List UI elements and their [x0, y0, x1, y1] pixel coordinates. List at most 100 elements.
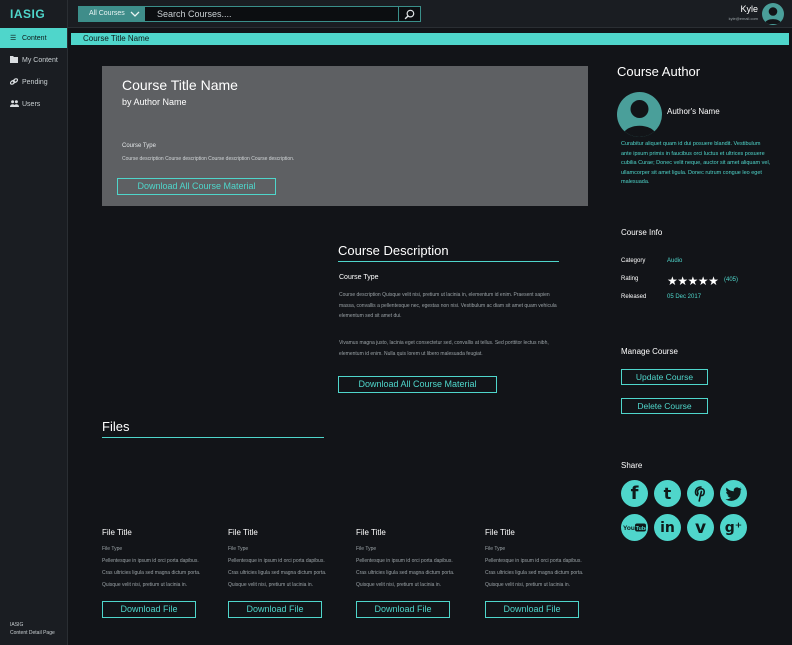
file-description-line: Quisque velit nisi, pretium ut lacinia i… [485, 582, 571, 588]
file-type: File Type [485, 546, 506, 552]
facebook-share-button[interactable]: f [621, 480, 648, 507]
user-avatar[interactable] [762, 3, 784, 25]
category-label: Category [621, 258, 646, 264]
sidebar-item-label: Users [22, 100, 41, 108]
update-course-button[interactable]: Update Course [621, 369, 708, 385]
vimeo-share-button[interactable]: v [687, 514, 714, 541]
rating-label: Rating [621, 276, 639, 282]
course-hero: Course Title Name by Author Name Course … [102, 66, 588, 206]
sidebar-footer: IASIG Content Detail Page [10, 621, 55, 637]
file-description-line: Pellentesque in ipsum id orci porta dapi… [102, 558, 199, 564]
file-card: File Title File Type Pellentesque in ips… [102, 528, 222, 618]
link-icon [9, 77, 19, 87]
file-description-line: Quisque velit nisi, pretium ut lacinia i… [102, 582, 188, 588]
author-avatar[interactable] [617, 92, 662, 137]
user-name[interactable]: Kyle [740, 4, 758, 14]
pinterest-share-button[interactable] [687, 480, 714, 507]
description-paragraph: Vivamus magna justo, lacinia eget consec… [339, 340, 549, 357]
file-description-line: Pellentesque in ipsum id orci porta dapi… [228, 558, 325, 564]
chevron-down-icon [130, 11, 140, 17]
search-input[interactable] [145, 7, 399, 21]
list-icon: ☰ [10, 35, 17, 42]
category-dropdown-label: All Courses [89, 10, 125, 17]
category-value[interactable]: Audio [667, 258, 682, 264]
linkedin-share-button[interactable]: in [654, 514, 681, 541]
star-icon: ★ [687, 274, 699, 288]
svg-text:You: You [623, 525, 635, 532]
twitter-icon [725, 486, 742, 501]
file-title: File Title [485, 528, 515, 537]
user-email: kyle@email.com [728, 16, 758, 21]
file-description-line: Cras ultricies ligula sed magna dictum p… [485, 570, 584, 576]
file-description-line: Cras ultricies ligula sed magna dictum p… [356, 570, 455, 576]
star-icon: ★ [667, 274, 678, 288]
tumblr-share-button[interactable]: t [654, 480, 681, 507]
vimeo-icon: v [694, 517, 707, 538]
user-avatar-icon [764, 7, 782, 24]
sidebar-item-pending[interactable]: Pending [0, 72, 67, 92]
course-info-heading: Course Info [621, 228, 663, 237]
sidebar: ☰ Content My Content Pending Users IASIG… [0, 28, 68, 645]
download-all-button[interactable]: Download All Course Material [117, 178, 276, 195]
delete-course-button[interactable]: Delete Course [621, 398, 708, 414]
star-icon: ★ [708, 274, 719, 288]
svg-text:Tube: Tube [635, 525, 646, 531]
youtube-share-button[interactable]: You Tube [621, 514, 648, 541]
download-file-button[interactable]: Download File [356, 601, 450, 618]
course-title: Course Title Name [122, 77, 238, 93]
sidebar-item-label: Content [22, 34, 47, 42]
course-description-heading: Course Description [338, 243, 559, 262]
search-bar: All Courses [78, 6, 421, 22]
file-type: File Type [228, 546, 249, 552]
twitter-share-button[interactable] [720, 480, 747, 507]
footer-page-name: Content Detail Page [10, 630, 55, 636]
footer-app-name: IASIG [10, 622, 24, 628]
google-plus-icon: g⁺ [724, 519, 743, 536]
users-icon [10, 99, 19, 109]
manage-course-heading: Manage Course [621, 347, 678, 356]
author-avatar-icon [622, 100, 657, 137]
author-bio: Curabitur aliquet quam id dui posuere bl… [621, 141, 771, 185]
search-button[interactable] [398, 7, 420, 21]
search-icon [404, 9, 415, 19]
course-author-byline[interactable]: by Author Name [122, 97, 187, 107]
download-file-button[interactable]: Download File [485, 601, 579, 618]
download-file-button[interactable]: Download File [102, 601, 196, 618]
sidebar-item-users[interactable]: Users [0, 94, 67, 114]
pinterest-icon [694, 485, 705, 502]
sidebar-item-content[interactable]: ☰ Content [0, 28, 67, 48]
file-type: File Type [102, 546, 123, 552]
download-all-button[interactable]: Download All Course Material [338, 376, 497, 393]
file-card: File Title File Type Pellentesque in ips… [356, 528, 476, 618]
file-card: File Title File Type Pellentesque in ips… [228, 528, 348, 618]
youtube-icon: You Tube [623, 523, 647, 532]
course-short-description: Course description Course description Co… [122, 156, 295, 162]
google-plus-share-button[interactable]: g⁺ [720, 514, 747, 541]
sidebar-item-label: Pending [22, 78, 48, 86]
share-heading: Share [621, 461, 643, 470]
download-file-button[interactable]: Download File [228, 601, 322, 618]
file-description-line: Cras ultricies ligula sed magna dictum p… [228, 570, 327, 576]
sidebar-item-my-content[interactable]: My Content [0, 50, 67, 70]
rating-count: (405) [724, 277, 739, 283]
tumblr-icon: t [663, 484, 672, 503]
released-value: 05 Dec 2017 [667, 294, 702, 300]
facebook-icon: f [630, 483, 639, 504]
file-title: File Title [102, 528, 132, 537]
brand-logo[interactable]: IASIG [0, 0, 68, 28]
folder-icon [10, 55, 19, 65]
author-name[interactable]: Author's Name [667, 107, 720, 116]
released-label: Released [621, 294, 647, 300]
linkedin-icon: in [660, 519, 675, 536]
category-dropdown[interactable]: All Courses [79, 7, 145, 21]
file-description-line: Pellentesque in ipsum id orci porta dapi… [356, 558, 453, 564]
course-author-heading: Course Author [617, 64, 701, 79]
top-bar: IASIG All Courses Kyle kyle@email.com [0, 0, 792, 28]
star-icon: ★ [697, 274, 709, 288]
sidebar-item-label: My Content [22, 56, 58, 64]
file-description-line: Pellentesque in ipsum id orci porta dapi… [485, 558, 582, 564]
file-description-line: Quisque velit nisi, pretium ut lacinia i… [228, 582, 314, 588]
files-heading: Files [102, 419, 324, 438]
file-card: File Title File Type Pellentesque in ips… [485, 528, 605, 618]
file-description-line: Cras ultricies ligula sed magna dictum p… [102, 570, 201, 576]
